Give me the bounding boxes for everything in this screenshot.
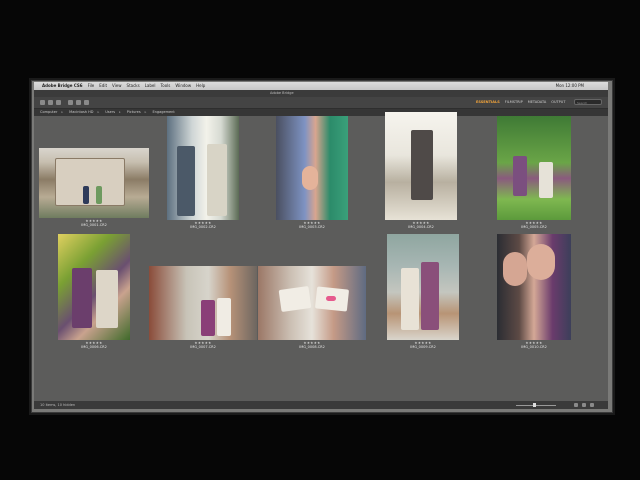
thumbnail[interactable]: ★★★★★ IMG_0006.CR2 (58, 234, 130, 350)
thumbnail-filename[interactable]: IMG_0009.CR2 (387, 345, 459, 349)
window-title: Adobe Bridge (270, 91, 294, 95)
content-panel: ★★★★★ IMG_0001.CR2 ★★★★★ IMG_0002.CR2 ★★… (34, 112, 608, 401)
app-name[interactable]: Adobe Bridge CS6 (42, 82, 83, 90)
thumbnail[interactable]: ★★★★★ IMG_0001.CR2 (39, 148, 149, 228)
back-icon[interactable] (48, 100, 53, 105)
menu-edit[interactable]: Edit (99, 82, 107, 90)
thumbnail-filename[interactable]: IMG_0003.CR2 (276, 225, 348, 229)
thumbnail-filename[interactable]: IMG_0008.CR2 (258, 345, 366, 349)
menu-file[interactable]: File (88, 82, 95, 90)
thumbnail-image (276, 116, 348, 220)
menu-label[interactable]: Label (145, 82, 156, 90)
thumbnail-filename[interactable]: IMG_0002.CR2 (167, 225, 239, 229)
workspace-filmstrip[interactable]: FILMSTRIP (505, 99, 523, 106)
thumbnail-image (387, 234, 459, 340)
thumbnail[interactable]: ★★★★★ IMG_0002.CR2 (167, 116, 239, 230)
menu-tools[interactable]: Tools (161, 82, 171, 90)
thumbnail-filename[interactable]: IMG_0006.CR2 (58, 345, 130, 349)
item-count: 10 items, 10 hidden (40, 403, 76, 407)
thumbnail[interactable]: ★★★★★ IMG_0009.CR2 (387, 234, 459, 350)
trash-icon[interactable] (84, 100, 89, 105)
menu-stacks[interactable]: Stacks (127, 82, 140, 90)
thumbnail[interactable]: ★★★★★ IMG_0004.CR2 (385, 112, 457, 230)
bridge-window: Adobe Bridge CS6 File Edit View Stacks L… (34, 82, 608, 409)
thumbnail-image (58, 234, 130, 340)
thumbnail-filename[interactable]: IMG_0010.CR2 (497, 345, 571, 349)
window-titlebar: Adobe Bridge (34, 90, 608, 97)
breadcrumb-computer[interactable]: Computer (40, 109, 57, 116)
thumbnail-filename[interactable]: IMG_0005.CR2 (497, 225, 571, 229)
thumbnail-image (497, 234, 571, 340)
list-view-icon[interactable] (582, 403, 586, 407)
thumbnail-image (149, 266, 257, 340)
workspace-metadata[interactable]: METADATA (528, 99, 547, 106)
workspace-essentials[interactable]: ESSENTIALS (476, 99, 500, 106)
grid-view-icon[interactable] (574, 403, 578, 407)
slider-handle[interactable] (533, 403, 536, 407)
thumbnail-image (497, 116, 571, 220)
thumbnail-filename[interactable]: IMG_0001.CR2 (39, 223, 149, 227)
thumbnail[interactable]: ★★★★★ IMG_0005.CR2 (497, 116, 571, 230)
status-bar: 10 items, 10 hidden (34, 401, 608, 409)
thumbnail-image (385, 112, 457, 220)
breadcrumb-hd[interactable]: Macintosh HD (69, 109, 93, 116)
thumbnail-filename[interactable]: IMG_0007.CR2 (149, 345, 257, 349)
thumbnail-image (39, 148, 149, 218)
menu-clock: Mon 12:00 PM (555, 83, 584, 88)
forward-icon[interactable] (56, 100, 61, 105)
menu-window[interactable]: Window (175, 82, 191, 90)
workspace-output[interactable]: OUTPUT (551, 99, 565, 106)
breadcrumb-users[interactable]: Users (105, 109, 115, 116)
breadcrumb-folder[interactable]: Engagement (152, 109, 174, 116)
thumbnail[interactable]: ★★★★★ IMG_0008.CR2 (258, 266, 366, 350)
details-view-icon[interactable] (590, 403, 594, 407)
rotate-icon[interactable] (76, 100, 81, 105)
thumbnail-filename[interactable]: IMG_0004.CR2 (385, 225, 457, 229)
home-icon[interactable] (40, 100, 45, 105)
menu-view[interactable]: View (112, 82, 122, 90)
path-bar: Computer ▸ Macintosh HD ▸ Users ▸ Pictures ▸… (34, 109, 608, 116)
thumbnail[interactable]: ★★★★★ IMG_0003.CR2 (276, 116, 348, 230)
menu-help[interactable]: Help (196, 82, 205, 90)
thumbnail-size-slider[interactable] (516, 404, 556, 406)
thumbnail-image (258, 266, 366, 340)
breadcrumb-pictures[interactable]: Pictures (127, 109, 141, 116)
menu-bar: Adobe Bridge CS6 File Edit View Stacks L… (34, 82, 608, 90)
camera-icon[interactable] (68, 100, 73, 105)
thumbnail-image (167, 116, 239, 220)
thumbnail[interactable]: ★★★★★ IMG_0010.CR2 (497, 234, 571, 350)
toolbar: ESSENTIALS FILMSTRIP METADATA OUTPUT Sea… (34, 97, 608, 109)
search-input[interactable]: Search (574, 99, 602, 105)
workspace-switcher: ESSENTIALS FILMSTRIP METADATA OUTPUT (476, 99, 565, 106)
thumbnail[interactable]: ★★★★★ IMG_0007.CR2 (149, 266, 257, 350)
